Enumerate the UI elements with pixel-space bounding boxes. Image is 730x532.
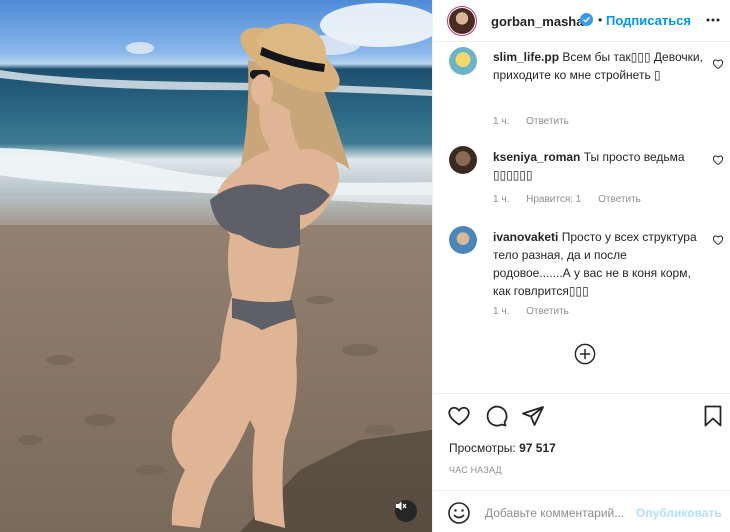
comment-heart-icon[interactable]: [712, 154, 724, 166]
comment-icon[interactable]: [484, 404, 508, 428]
comments-list: slim_life.pp Всем бы так▯▯▯ Девочки, при…: [433, 42, 730, 393]
comment-username[interactable]: ivanovaketi: [493, 230, 558, 244]
comment-time: 1 ч.: [493, 194, 510, 205]
post-time[interactable]: час назад: [449, 465, 502, 475]
heart-icon[interactable]: [447, 404, 471, 428]
mute-button[interactable]: [395, 500, 417, 522]
reply-button[interactable]: Ответить: [526, 116, 569, 127]
views-count: 97 517: [519, 441, 556, 455]
comment-heart-icon[interactable]: [712, 58, 724, 70]
author-avatar[interactable]: [447, 6, 477, 36]
comment-time: 1 ч.: [493, 116, 510, 127]
comment-username[interactable]: kseniya_roman: [493, 150, 580, 164]
commenter-avatar[interactable]: [449, 226, 477, 254]
commenter-avatar[interactable]: [449, 47, 477, 75]
verified-badge-icon: [580, 13, 593, 26]
comment-heart-icon[interactable]: [712, 234, 724, 246]
publish-button[interactable]: Опубликовать: [636, 506, 722, 520]
post-sidebar: gorban_masha • Подписаться slim_life.pp …: [432, 0, 730, 532]
share-icon[interactable]: [521, 404, 545, 428]
views-counter: Просмотры: 97 517: [449, 441, 556, 455]
views-label: Просмотры:: [449, 441, 516, 455]
emoji-icon[interactable]: [447, 501, 471, 525]
post-actions: [433, 393, 730, 435]
post-header: gorban_masha • Подписаться: [433, 0, 730, 42]
bookmark-icon[interactable]: [701, 404, 725, 428]
comment-likes[interactable]: Нравится: 1: [526, 194, 581, 205]
add-comment-bar: Опубликовать: [433, 490, 730, 532]
comment-username[interactable]: slim_life.pp: [493, 50, 559, 64]
commenter-avatar[interactable]: [449, 146, 477, 174]
more-options-icon[interactable]: [705, 12, 721, 28]
follow-button[interactable]: Подписаться: [606, 13, 691, 28]
reply-button[interactable]: Ответить: [526, 306, 569, 317]
plus-circle-icon[interactable]: [574, 343, 596, 365]
comment-time: 1 ч.: [493, 306, 510, 317]
photo-illustration: [0, 3, 432, 532]
post-photo[interactable]: [0, 0, 432, 532]
reply-button[interactable]: Ответить: [598, 194, 641, 205]
sound-off-icon: [396, 501, 407, 511]
comment-input[interactable]: [485, 503, 635, 523]
header-separator: •: [598, 13, 603, 27]
author-username[interactable]: gorban_masha: [491, 14, 583, 29]
